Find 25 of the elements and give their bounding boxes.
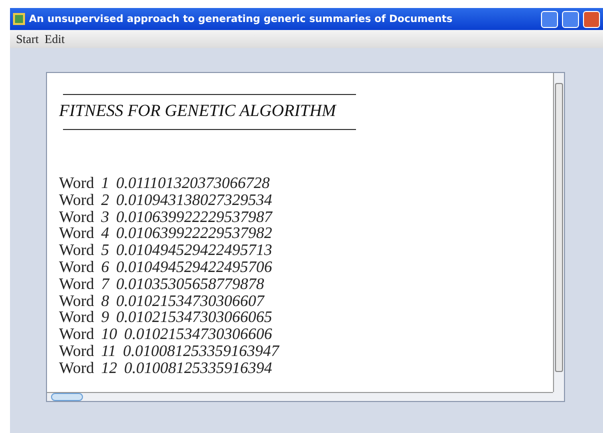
word-fitness-line: Word 2 0.010943138027329534 <box>59 192 274 210</box>
horizontal-scrollbar[interactable] <box>47 392 553 401</box>
menu-item[interactable]: Edit <box>44 32 65 46</box>
menu-item[interactable]: Start <box>16 32 39 46</box>
word-fitness-line: Word 3 0.010639922229537987 <box>59 210 274 226</box>
scroll-thumb[interactable] <box>51 393 83 401</box>
word-fitness-line: Word 12 0.01008125335916394 <box>59 360 274 378</box>
word-fitness-line: Word 1 0.011101320373066728 <box>59 176 271 193</box>
window-title: An unsupervised approach to generating generic summaries of Documents <box>29 14 454 24</box>
vertical-scrollbar[interactable] <box>553 73 564 392</box>
word-fitness-line: Word 5 0.010494529422495713 <box>59 243 274 260</box>
maximize-button[interactable] <box>562 10 579 28</box>
close-button[interactable] <box>583 10 600 28</box>
word-fitness-line: Word 8 0.01021534730306607 <box>59 294 266 310</box>
word-fitness-line: Word 7 0.01035305658779878 <box>59 276 266 294</box>
word-fitness-line: Word 4 0.010639922229537982 <box>59 226 274 244</box>
word-fitness-line: Word 10 0.01021534730306606 <box>59 327 274 344</box>
word-fitness-line: Word 11 0.010081253359163947 <box>59 344 280 361</box>
document-heading: FITNESS FOR GENETIC ALGORITHM <box>59 101 338 121</box>
text-area[interactable] <box>46 72 565 402</box>
minimize-button[interactable] <box>541 10 558 28</box>
app-icon <box>13 13 25 25</box>
word-fitness-line: Word 6 0.010494529422495706 <box>59 260 274 277</box>
scroll-thumb[interactable] <box>555 83 563 372</box>
word-fitness-line: Word 9 0.010215347303066065 <box>59 310 274 328</box>
